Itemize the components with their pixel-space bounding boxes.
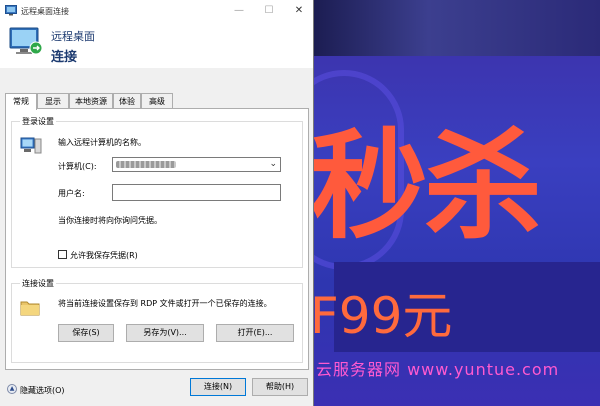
window-title: 远程桌面连接 — [21, 7, 69, 16]
tab-general[interactable]: 常规 — [5, 93, 37, 110]
connect-button[interactable]: 连接(N) — [190, 378, 246, 396]
header-line1: 远程桌面 — [51, 30, 95, 43]
username-label: 用户名: — [58, 189, 85, 198]
computer-label: 计算机(C): — [58, 162, 97, 171]
header-line2: 连接 — [51, 50, 78, 65]
dialog-header: 远程桌面 连接 — [0, 22, 313, 68]
login-prompt: 输入远程计算机的名称。 — [58, 138, 146, 147]
login-settings-legend: 登录设置 — [20, 116, 56, 127]
hide-options-link[interactable]: 隐藏选项(O) — [20, 385, 65, 396]
save-credentials-checkbox[interactable] — [58, 250, 67, 259]
background-banner: 秒杀 F99元 云服务器网 www.yuntue.com — [314, 0, 600, 406]
help-button[interactable]: 帮助(H) — [252, 378, 308, 396]
title-bar: 远程桌面连接 — ☐ ✕ — [0, 0, 313, 22]
save-as-button[interactable]: 另存为(V)... — [126, 324, 204, 342]
remote-desktop-dialog: 远程桌面连接 — ☐ ✕ 远程桌面 连接 常规 显示 本地资源 体验 高级 登录… — [0, 0, 314, 406]
tab-experience[interactable]: 体验 — [113, 93, 141, 109]
computer-value-blurred — [116, 161, 176, 168]
remote-desktop-monitor-icon — [9, 27, 43, 55]
banner-top-strip — [314, 0, 600, 56]
connection-settings-legend: 连接设置 — [20, 278, 56, 289]
credentials-hint: 当你连接时将向你询问凭据。 — [58, 216, 162, 225]
tab-panel-general: 登录设置 输入远程计算机的名称。 计算机(C): ⌄ 用户名: 当你连接时将向你… — [5, 108, 309, 370]
tab-display[interactable]: 显示 — [37, 93, 69, 109]
computer-combobox[interactable]: ⌄ — [112, 157, 281, 172]
minimize-button[interactable]: — — [228, 3, 250, 19]
banner-price: F99元 — [314, 287, 453, 345]
connection-settings-group: 连接设置 将当前连接设置保存到 RDP 文件或打开一个已保存的连接。 保存(S)… — [11, 278, 303, 363]
remote-desktop-icon — [5, 5, 17, 16]
connection-description: 将当前连接设置保存到 RDP 文件或打开一个已保存的连接。 — [58, 299, 272, 308]
computer-icon — [20, 137, 42, 154]
folder-icon — [20, 301, 40, 316]
chevron-down-icon[interactable]: ⌄ — [269, 159, 277, 169]
close-button[interactable]: ✕ — [288, 3, 310, 19]
maximize-button[interactable]: ☐ — [258, 3, 280, 19]
banner-headline: 秒杀 — [314, 117, 542, 255]
open-button[interactable]: 打开(E)... — [216, 324, 294, 342]
username-field[interactable] — [112, 184, 281, 201]
chevron-up-icon[interactable]: ▲ — [7, 384, 17, 394]
save-button[interactable]: 保存(S) — [58, 324, 114, 342]
tab-local-resources[interactable]: 本地资源 — [69, 93, 113, 109]
tab-advanced[interactable]: 高级 — [141, 93, 173, 109]
login-settings-group: 登录设置 输入远程计算机的名称。 计算机(C): ⌄ 用户名: 当你连接时将向你… — [11, 116, 303, 268]
save-credentials-label[interactable]: 允许我保存凭据(R) — [70, 250, 138, 261]
watermark-text: 云服务器网 www.yuntue.com — [316, 360, 560, 379]
